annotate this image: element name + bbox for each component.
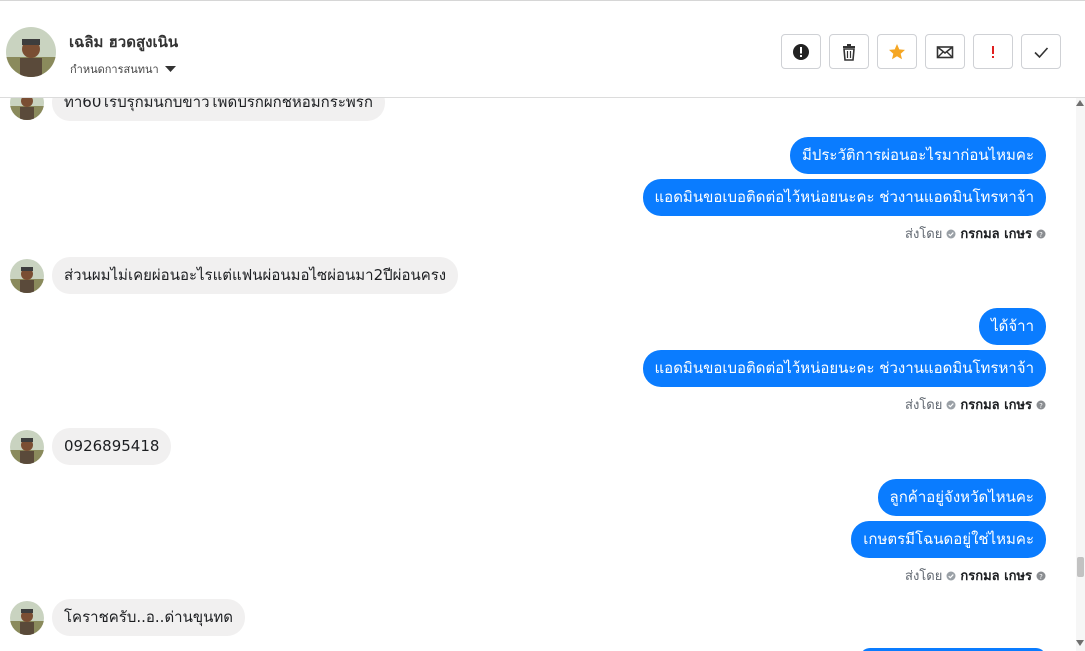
scroll-down-arrow-icon[interactable] (1076, 640, 1084, 646)
outgoing-bubble: แอดมินขอเบอติดต่อไว้หน่อยนะคะ ช่วงานแอดม… (642, 350, 1046, 387)
sent-by-line: ส่งโดย กรกมล เกษร ? (905, 565, 1046, 586)
sent-by-agent: กรกมล เกษร (960, 227, 1032, 242)
outgoing-bubble: แอดมินขอเบอติดต่อไว้หน่อยนะคะ ช่วงานแอดม… (642, 179, 1046, 216)
sent-by-prefix: ส่งโดย (905, 227, 943, 242)
incoming-bubble: โคราชครับ..อ..ด่านขุนทด (52, 599, 245, 636)
svg-text:?: ? (1039, 402, 1043, 410)
conversation-toolbar (781, 34, 1061, 69)
help-icon[interactable]: ? (1036, 229, 1046, 239)
sent-by-agent: กรกมล เกษร (960, 398, 1032, 413)
incoming-message: โคราชครับ..อ..ด่านขุนทด (10, 599, 245, 636)
message-thread: ทำ60ไร่ปรุกมันกับข้าวโพดปรึกผักชหอมกระพร… (0, 98, 1076, 651)
envelope-icon (936, 45, 954, 58)
outgoing-bubble: ได้จ้าา (979, 308, 1046, 345)
contact-avatar[interactable] (6, 27, 56, 77)
outgoing-bubble: ลูกค้าอยู่จังหวัดไหนคะ (877, 479, 1046, 516)
sent-by-agent: กรกมล เกษร (960, 569, 1032, 584)
verified-check-icon (946, 229, 956, 238)
incoming-bubble: 0926895418 (52, 428, 172, 465)
exclamation-icon (992, 45, 994, 58)
incoming-message: ส่วนผมไม่เคยผ่อนอะไรแต่แฟนผ่อนมอไซผ่อนมา… (10, 257, 459, 294)
outgoing-bubble: เกษตรมีโฉนดอยู่ใช่ไหมคะ (851, 521, 1046, 558)
checkmark-icon (1034, 46, 1049, 58)
mark-unread-button[interactable] (925, 34, 965, 69)
incoming-message: 0926895418 (10, 428, 172, 465)
mark-done-button[interactable] (1021, 34, 1061, 69)
follow-up-button[interactable] (973, 34, 1013, 69)
help-icon[interactable]: ? (1036, 571, 1046, 581)
contact-avatar (10, 429, 44, 464)
incoming-bubble: ทำ60ไร่ปรุกมันกับข้าวโพดปรึกผักชหอมกระพร… (52, 98, 385, 121)
sent-by-prefix: ส่งโดย (905, 398, 943, 413)
label-picker-text: กำหนดการสนทนา (70, 63, 159, 76)
sent-by-prefix: ส่งโดย (905, 569, 943, 584)
contact-avatar (10, 600, 44, 635)
svg-text:?: ? (1039, 231, 1043, 239)
star-button[interactable] (877, 34, 917, 69)
scroll-up-arrow-icon[interactable] (1076, 100, 1084, 106)
trash-icon (843, 43, 855, 61)
incoming-message: ทำ60ไร่ปรุกมันกับข้าวโพดปรึกผักชหอมกระพร… (10, 98, 385, 121)
help-icon[interactable]: ? (1036, 400, 1046, 410)
verified-check-icon (946, 400, 956, 409)
sent-by-line: ส่งโดย กรกมล เกษร ? (905, 394, 1046, 415)
contact-name: เฉลิม ฮวดสูงเนิน (69, 33, 179, 51)
mark-spam-button[interactable] (781, 34, 821, 69)
incoming-bubble: ส่วนผมไม่เคยผ่อนอะไรแต่แฟนผ่อนมอไซผ่อนมา… (52, 257, 459, 294)
contact-avatar (10, 98, 44, 120)
verified-check-icon (946, 571, 956, 580)
caret-down-icon (164, 66, 176, 72)
outgoing-bubble: มีประวัติการผ่อนอะไรมาก่อนไหมคะ (789, 137, 1046, 174)
exclamation-circle-icon (793, 43, 809, 60)
delete-button[interactable] (829, 34, 869, 69)
contact-avatar (10, 258, 44, 293)
scroll-thumb[interactable] (1077, 557, 1084, 577)
conversation-label-dropdown[interactable]: กำหนดการสนทนา (70, 60, 176, 78)
sent-by-line: ส่งโดย กรกมล เกษร ? (905, 223, 1046, 244)
star-icon (889, 43, 905, 59)
svg-text:?: ? (1039, 573, 1043, 581)
conversation-header: เฉลิม ฮวดสูงเนิน กำหนดการสนทนา (0, 0, 1085, 98)
